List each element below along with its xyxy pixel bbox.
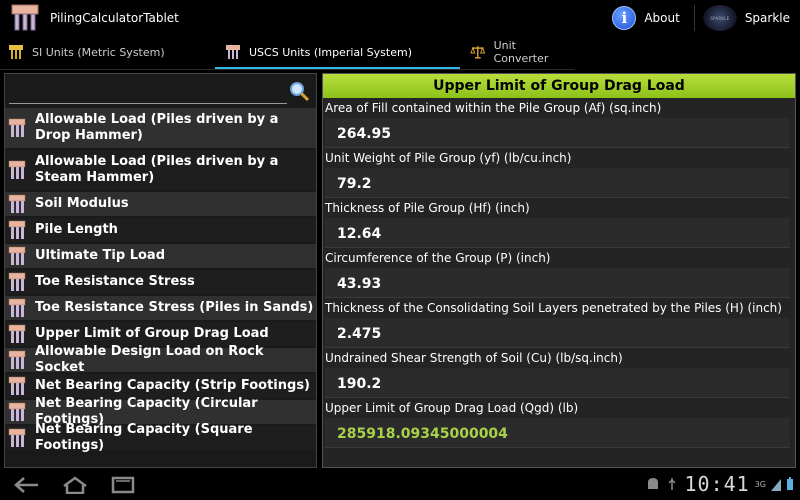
search-icon[interactable] [288,80,310,102]
list-item[interactable]: Ultimate Tip Load [5,244,316,270]
home-icon[interactable] [62,476,88,494]
tab-bar: SI Units (Metric System) USCS Units (Imp… [0,36,800,70]
search-row [5,74,316,108]
battery-icon [787,477,793,490]
about-button[interactable]: i About [612,6,680,30]
field-input[interactable]: 264.95 [325,118,790,148]
search-input[interactable] [9,78,287,104]
list-item-label: Allowable Design Load on Rock Socket [35,344,264,375]
tab-uscs-units[interactable]: USCS Units (Imperial System) [215,36,460,70]
list-item-label: Toe Resistance Stress (Piles in Sands) [35,300,314,315]
field-input[interactable]: 2.475 [325,318,790,348]
list-item-label: Toe Resistance Stress [35,274,195,289]
network-type: 3G [754,479,766,489]
pile-icon [8,350,26,369]
pile-icon [8,246,26,265]
pile-icon [8,118,26,137]
field-label: Undrained Shear Strength of Soil (Cu) (l… [325,351,623,365]
sparkle-label: Sparkle [744,11,790,25]
back-icon[interactable] [14,476,40,494]
tab-label: SI Units (Metric System) [32,45,165,59]
tab-unit-converter[interactable]: Unit Converter [460,36,580,68]
result-label: Upper Limit of Group Drag Load (Qgd) (lb… [325,401,579,415]
field-input[interactable]: 12.64 [325,218,790,248]
pile-icon [226,45,240,59]
recent-apps-icon[interactable] [110,476,136,494]
list-item-label: Allowable Load (Piles driven by a Steam … [35,154,279,185]
app-title: PilingCalculatorTablet [50,11,179,25]
sparkle-logo-icon: SPARKLE [702,5,737,31]
tab-label: Unit Converter [493,39,549,65]
tab-si-units[interactable]: SI Units (Metric System) [0,36,215,68]
list-item-label: Pile Length [35,222,118,237]
sparkle-button[interactable]: SPARKLE Sparkle [693,5,790,31]
list-item-label: Upper Limit of Group Drag Load [35,326,269,341]
list-item-label: Allowable Load (Piles driven by a Drop H… [35,112,279,143]
android-icon [648,478,659,489]
pile-icon [8,194,26,213]
about-label: About [644,11,680,25]
list-item-label: Ultimate Tip Load [35,248,166,263]
field-label: Circumference of the Group (P) (inch) [325,251,551,265]
pile-icon [8,160,26,179]
app-logo-icon [10,3,40,33]
tab-label: USCS Units (Imperial System) [249,45,412,59]
pile-icon [8,272,26,291]
form-title: Upper Limit of Group Drag Load [323,74,795,98]
list-item[interactable]: Toe Resistance Stress [5,270,316,296]
clock: 10:41 [684,472,750,496]
list-item[interactable]: Allowable Design Load on Rock Socket [5,344,316,375]
list-item[interactable]: Toe Resistance Stress (Piles in Sands) [5,296,316,322]
info-icon: i [612,6,637,30]
result-value: 285918.09345000004 [325,418,790,448]
list-item[interactable]: Soil Modulus [5,192,316,218]
pile-icon [8,298,26,317]
list-item-label: Net Bearing Capacity (Strip Footings) [35,378,310,393]
usb-icon [668,478,677,490]
list-item[interactable]: Pile Length [5,218,316,244]
list-item[interactable]: Allowable Load (Piles driven by a Steam … [5,150,316,192]
calculator-list-panel: Allowable Load (Piles driven by a Drop H… [4,73,317,468]
field-label: Unit Weight of Pile Group (yf) (lb/cu.in… [325,151,572,165]
pile-icon [8,324,26,343]
pile-icon [8,402,26,421]
field-label: Thickness of Pile Group (Hf) (inch) [325,201,530,215]
pile-icon [8,376,26,395]
field-label: Thickness of the Consolidating Soil Laye… [325,301,782,315]
list-item-label: Net Bearing Capacity (Square Footings) [35,422,253,453]
pile-icon [8,428,26,447]
field-input[interactable]: 190.2 [325,368,790,398]
list-item[interactable]: Net Bearing Capacity (Square Footings) [5,422,316,453]
field-label: Area of Fill contained within the Pile G… [325,101,662,115]
signal-icon [771,479,781,491]
list-item[interactable]: Allowable Load (Piles driven by a Drop H… [5,108,316,150]
list-item-label: Soil Modulus [35,196,129,211]
pile-icon [8,220,26,239]
action-bar: PilingCalculatorTablet i About SPARKLE S… [0,0,800,36]
tab-divider [0,69,575,70]
field-input[interactable]: 43.93 [325,268,790,298]
field-input[interactable]: 79.2 [325,168,790,198]
scale-icon [470,46,486,59]
status-area: 10:41 3G [646,472,794,496]
pile-icon [9,45,23,59]
calculator-form-panel: Upper Limit of Group Drag Load Area of F… [322,73,796,468]
